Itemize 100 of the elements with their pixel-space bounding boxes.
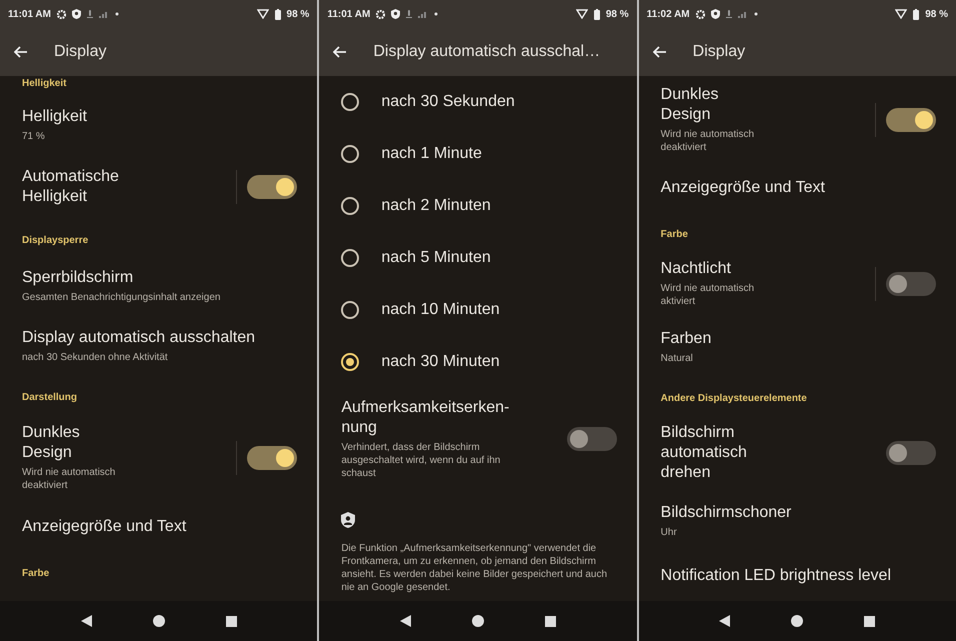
item-title: Dunkles Design [22,423,81,463]
microphone-icon [86,10,93,18]
back-triangle-icon[interactable] [400,615,411,627]
radio-button[interactable] [341,249,360,267]
item-title: Bildschirm automatisch drehen [660,422,748,483]
status-time: 11:01 AM [327,8,370,20]
battery-percent: 98 % [286,8,310,20]
back-icon[interactable] [14,46,28,58]
item-title: Dunkles Design [660,85,720,126]
home-circle-icon[interactable] [791,615,804,627]
item-subtitle: Natural [660,352,694,366]
screen-title: Display automatisch ausschal… [373,43,600,61]
back-icon[interactable] [652,46,667,58]
microphone-icon [406,10,412,18]
recents-square-icon[interactable] [226,616,237,626]
settings-item[interactable]: Sperrbildschirm Gesamten Benachrichtigungsinhalt anzeigen [22,256,298,316]
item-title: Anzeigegröße und Text [22,517,188,537]
back-icon[interactable] [333,46,348,58]
toggle-switch[interactable] [886,440,936,465]
settings-item[interactable]: Anzeigegröße und Text [22,502,298,552]
toggle-switch[interactable] [886,108,936,132]
settings-item[interactable]: Bildschirmschoner Uhr [660,492,936,551]
screen-title: Display [54,43,106,61]
wifi-icon [256,9,269,19]
recents-square-icon[interactable] [545,616,556,626]
settings-item[interactable]: Dunkles Design Wird nie automatisch deaktiviert [22,413,298,502]
settings-item[interactable]: Nachtlicht Wird nie automatisch aktiviert [660,250,936,318]
gear-icon [696,10,705,18]
item-subtitle: nach 30 Sekunden ohne Aktivität [22,351,169,364]
settings-item[interactable]: Helligkeit 71 % [22,95,298,155]
section-header: Farbe [22,567,50,581]
item-subtitle: Verhindert, dass der Bildschirm ausgeschaltet wird, wenn du auf ihn schaust [341,441,502,480]
back-triangle-icon[interactable] [719,615,730,627]
shield-icon [391,9,400,19]
item-title: Bildschirmschoner [660,503,792,524]
battery-percent: 98 % [606,8,629,20]
signal-icon [738,10,748,18]
item-subtitle: Uhr [660,526,678,540]
item-subtitle: Gesamten Benachrichtigungsinhalt anzeigen [22,291,222,304]
item-title: Anzeigegröße und Text [660,178,826,198]
option-label[interactable]: nach 30 Sekunden [381,92,515,112]
recents-square-icon[interactable] [864,616,876,626]
toggle-switch[interactable] [247,446,298,470]
item-title: Aufmerksamkeitserken-nung [341,398,510,438]
signal-icon [98,10,109,18]
dot-icon [434,12,438,16]
section-header: Displaysperre [22,234,90,248]
radio-button[interactable] [341,197,360,215]
item-title: Farben [660,329,712,350]
settings-item[interactable]: Display automatisch ausschalten nach 30 Sekunden ohne Aktivität [22,316,298,376]
item-title: Automatische Helligkeit [22,167,120,207]
settings-item[interactable]: Dunkles Design Wird nie automatisch deaktiviert [660,76,936,164]
gear-icon [376,10,386,18]
dot-icon [114,12,119,16]
status-time: 11:02 AM [646,8,690,20]
section-header: Farbe [660,228,689,242]
battery-icon [913,8,920,20]
dot-icon [754,12,758,16]
option-label[interactable]: nach 10 Minuten [381,300,500,320]
radio-button[interactable] [341,301,360,319]
home-circle-icon[interactable] [472,615,484,627]
battery-icon [274,8,281,20]
toggle-switch[interactable] [886,272,936,296]
radio-button[interactable] [341,353,360,371]
back-triangle-icon[interactable] [80,615,92,627]
option-label[interactable]: nach 2 Minuten [381,196,491,216]
shield-icon [72,9,81,19]
person-shield-icon [341,512,356,528]
item-title: Notification LED brightness level [660,566,892,586]
settings-item[interactable]: Automatische Helligkeit [22,155,298,219]
toggle-switch[interactable] [247,175,298,199]
section-header: Helligkeit [22,77,68,91]
item-title: Sperrbildschirm [22,268,134,288]
item-title: Helligkeit [22,107,88,127]
status-time: 11:01 AM [8,8,51,20]
home-circle-icon[interactable] [152,615,165,627]
option-label[interactable]: nach 30 Minuten [381,352,500,372]
item-subtitle: Wird nie automatisch aktiviert [660,282,756,308]
settings-item[interactable]: Farben Natural [660,318,936,377]
settings-item[interactable]: Aufmerksamkeitserken-nung Verhindert, dass der Bildschirm ausgeschaltet wird, wenn du auf ihn schaust [341,388,617,490]
item-subtitle: Wird nie automatisch deaktiviert [660,128,756,154]
toggle-switch[interactable] [566,427,617,451]
info-text: Die Funktion „Aufmerksamkeitserkennung" verwendet die Frontkamera, um zu erkennen, ob jemand den Bildschirm ansieht. Es werden dabei keine Bilder gespeichert und auch nie an Google gesendet. [341,542,608,594]
item-subtitle: Wird nie automatisch deaktiviert [22,466,116,492]
item-title: Display automatisch ausschalten [22,328,256,348]
settings-item[interactable]: Notification LED brightness level [660,550,936,601]
option-label[interactable]: nach 5 Minuten [381,248,491,268]
radio-button[interactable] [341,93,360,111]
wifi-icon [895,9,908,19]
option-label[interactable]: nach 1 Minute [381,144,482,164]
radio-button[interactable] [341,145,360,163]
screen-title: Display [692,43,746,61]
battery-icon [594,8,600,20]
battery-percent: 98 % [925,8,948,20]
settings-item[interactable]: Anzeigegröße und Text [660,163,936,214]
gear-icon [56,10,66,18]
settings-item[interactable]: Bildschirm automatisch drehen [660,414,936,492]
item-title: Nachtlicht [660,259,732,280]
microphone-icon [726,10,732,18]
shield-icon [710,9,720,19]
